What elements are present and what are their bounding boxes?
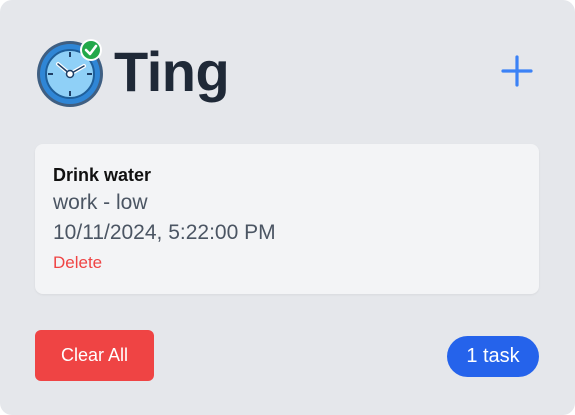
task-datetime: 10/11/2024, 5:22:00 PM [53, 221, 276, 244]
clear-all-button[interactable]: Clear All [35, 330, 154, 381]
app-title: Ting [114, 40, 230, 103]
plus-icon [500, 55, 534, 91]
task-category-priority: work - low [53, 191, 148, 214]
task-card: Drink water work - low 10/11/2024, 5:22:… [35, 144, 539, 294]
task-title: Drink water [53, 165, 152, 185]
delete-task-link[interactable]: Delete [53, 253, 102, 273]
stopwatch-check-icon [34, 36, 106, 108]
task-count-badge: 1 task [447, 336, 539, 377]
add-task-button[interactable] [500, 54, 534, 88]
app-header: Ting [34, 36, 540, 108]
app-panel: Ting Drink water work - low 10/11/2024, … [0, 0, 575, 415]
